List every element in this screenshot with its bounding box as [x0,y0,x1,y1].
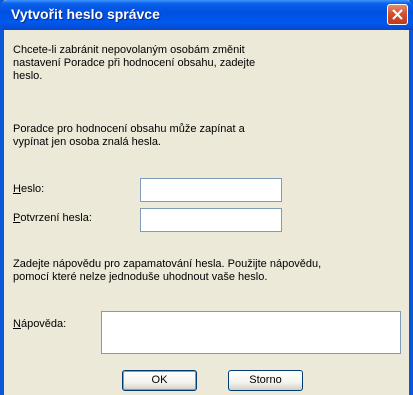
hint-label-rest: ápověda: [20,318,67,330]
dialog-window: Vytvořit heslo správce Chcete-li zabráni… [0,0,413,395]
password-label-accesskey: H [13,183,21,195]
close-button[interactable] [387,4,408,25]
confirm-label-rest: otvrzení hesla: [20,212,92,224]
dialog-title: Vytvořit heslo správce [11,6,160,22]
confirm-label: Potvrzení hesla: [13,212,92,225]
note-line-1: Poradce pro hodnocení obsahu může zapína… [13,123,245,135]
hint-text-line-2: pomocí které nelze jednoduše uhodnout va… [13,271,268,283]
close-icon [392,9,403,20]
intro-line-3: heslo. [13,70,43,82]
cancel-button[interactable]: Storno [228,370,303,391]
hint-text-line-1: Zadejte nápovědu pro zapamatování hesla.… [13,258,322,270]
ok-button[interactable]: OK [122,370,197,391]
password-field[interactable] [140,178,282,202]
confirm-password-field[interactable] [140,208,282,232]
intro-line-1: Chcete-li zabránit nepovolaným osobám zm… [13,44,245,56]
hint-label: Nápověda: [13,318,66,331]
hint-field[interactable] [101,311,401,354]
note-line-2: vypínat jen osoba znalá hesla. [13,136,161,148]
hint-label-accesskey: N [13,318,21,330]
password-label: Heslo: [13,183,44,196]
password-label-rest: eslo: [20,183,45,195]
intro-line-2: nastavení Poradce při hodnocení obsahu, … [13,57,256,69]
title-bar[interactable]: Vytvořit heslo správce [0,0,413,30]
